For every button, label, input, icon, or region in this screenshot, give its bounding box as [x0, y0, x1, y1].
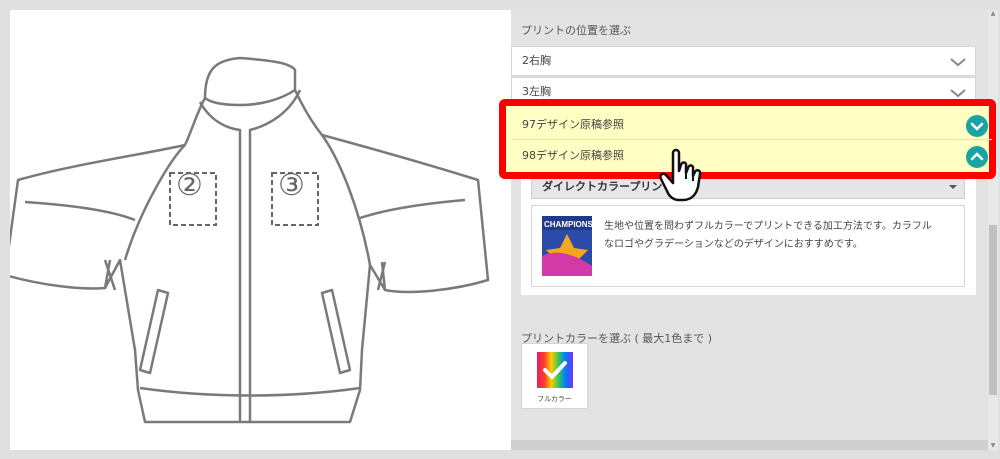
marker-3[interactable]: ③ [278, 168, 305, 203]
position-option-98[interactable]: 98デザイン原稿参照 [512, 141, 992, 171]
position-option-label: 3左胸 [522, 85, 551, 98]
chevron-down-icon[interactable] [966, 115, 988, 137]
product-preview-panel: ② ③ [10, 10, 511, 450]
scroll-down-icon[interactable]: ▼ [988, 442, 998, 450]
print-sample-thumbnail: CHAMPIONS [542, 216, 592, 276]
marker-2[interactable]: ② [176, 168, 203, 203]
position-option-97[interactable]: 97デザイン原稿参照 [512, 110, 992, 140]
position-option-label: 98デザイン原稿参照 [522, 149, 624, 162]
color-option-label: フルカラー [537, 395, 572, 403]
jacket-illustration [10, 56, 490, 424]
thumbnail-text: CHAMPIONS [544, 220, 592, 229]
color-option-fullcolor[interactable]: フルカラー [521, 343, 588, 409]
chevron-down-icon[interactable] [949, 53, 967, 71]
print-method-title-text: ダイレクトカラープリント [542, 180, 674, 193]
print-position-label: プリントの位置を選ぶ [521, 24, 631, 37]
scrollbar[interactable]: ▲ ▼ [988, 10, 998, 450]
print-method-text: 生地や位置を問わずフルカラーでプリントできる加工方法です。カラフル なロゴやグラ… [604, 218, 954, 254]
hand-pointer-icon [659, 148, 702, 202]
app-window: ② ③ プリントの位置を選ぶ 2右胸 3左胸 ダイレクトカラープリント CHAM… [0, 0, 1000, 459]
caret-down-icon [949, 185, 957, 189]
panel-bottom-strip [511, 440, 988, 450]
options-panel: プリントの位置を選ぶ 2右胸 3左胸 ダイレクトカラープリント CHAMPION… [511, 10, 988, 450]
scroll-thumb[interactable] [989, 225, 997, 395]
description-line-1: 生地や位置を問わずフルカラーでプリントできる加工方法です。カラフル [604, 221, 932, 232]
row-divider [512, 139, 992, 140]
print-method-description: CHAMPIONS 生地や位置を問わずフルカラーでプリントできる加工方法です。カ… [531, 205, 965, 287]
print-method-card: ダイレクトカラープリント CHAMPIONS 生地や位置を問わずフルカラーでプリ… [521, 175, 976, 295]
scroll-up-icon[interactable]: ▲ [988, 10, 998, 18]
position-option-label: 2右胸 [522, 54, 551, 67]
position-option-2[interactable]: 2右胸 [511, 46, 976, 76]
description-line-2: なロゴやグラデーションなどのデザインにおすすめです。 [604, 239, 863, 250]
position-option-label: 97デザイン原稿参照 [522, 118, 624, 131]
fullcolor-swatch [537, 352, 573, 388]
chevron-up-icon[interactable] [966, 146, 988, 168]
highlight-box: 97デザイン原稿参照 98デザイン原稿参照 [499, 99, 996, 179]
